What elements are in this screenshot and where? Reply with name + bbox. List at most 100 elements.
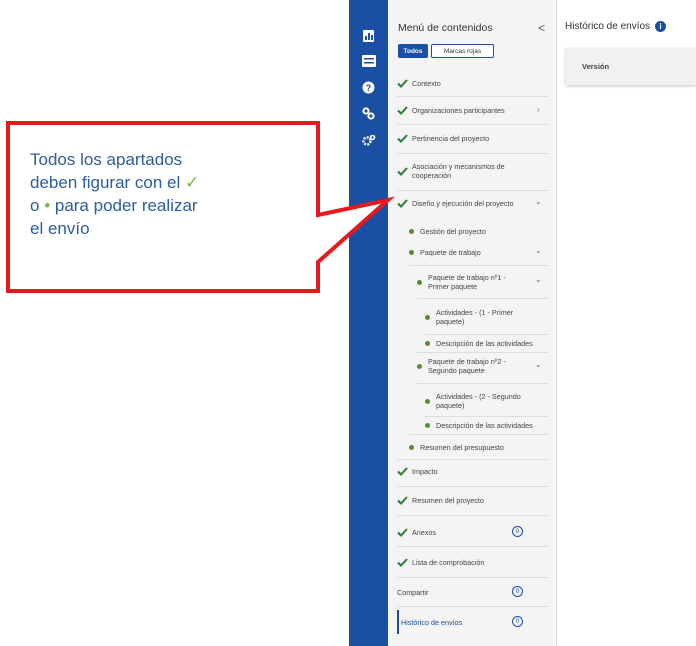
callout-text: Todos los apartados deben figurar con el… xyxy=(30,148,280,240)
callout-line: deben figurar con el ✓ xyxy=(30,171,280,194)
divider xyxy=(397,190,548,191)
dot-icon xyxy=(417,363,422,369)
panel-divider xyxy=(556,0,557,646)
menu-item-pertinencia[interactable]: Pertinencia del proyecto xyxy=(397,131,547,145)
check-icon xyxy=(397,527,408,537)
dot-icon xyxy=(409,444,414,450)
divider xyxy=(417,383,548,384)
divider xyxy=(397,96,548,97)
divider xyxy=(409,265,548,266)
callout-line-text: o xyxy=(30,196,45,215)
settings-icon[interactable] xyxy=(361,133,376,148)
divider xyxy=(397,124,548,125)
callout-line: o • para poder realizar xyxy=(30,194,280,217)
chevron-down-icon[interactable]: ⌄ xyxy=(535,360,542,369)
divider xyxy=(417,298,548,299)
filter-all-button[interactable]: Todos xyxy=(398,44,428,58)
menu-item-label: Diseño y ejecución del proyecto xyxy=(412,198,514,208)
menu-item-label: Descripción de las actividades xyxy=(436,338,533,348)
menu-item-label: Pertinencia del proyecto xyxy=(412,133,490,143)
menu-item-paquete-2[interactable]: Paquete de trabajo nº2 - Segundo paquete xyxy=(417,356,525,376)
menu-item-label: Paquete de trabajo nº1 - Primer paquete xyxy=(428,273,506,291)
divider xyxy=(425,334,548,335)
chevron-down-icon[interactable]: ⌄ xyxy=(535,197,542,206)
callout-line-text: deben figurar con el xyxy=(30,173,185,192)
menu-item-historico[interactable]: Histórico de envíos xyxy=(401,615,551,629)
dot-icon xyxy=(417,279,422,285)
menu-item-label: Actividades - (2 - Segundo paquete) xyxy=(436,392,521,410)
list-icon[interactable] xyxy=(361,53,376,68)
check-icon: ✓ xyxy=(185,173,200,192)
check-icon xyxy=(397,133,408,143)
filter-red-marks-button[interactable]: Marcas rojas xyxy=(431,44,494,58)
divider xyxy=(417,352,548,353)
side-nav-rail: ? xyxy=(349,0,388,646)
menu-item-diseno[interactable]: Diseño y ejecución del proyecto xyxy=(397,196,547,210)
version-column-header: Versión xyxy=(566,48,696,85)
chevron-down-icon[interactable]: ⌄ xyxy=(535,275,542,284)
menu-item-label: Compartir xyxy=(397,587,429,597)
check-icon xyxy=(397,198,408,208)
check-icon xyxy=(397,105,408,115)
chevron-down-icon[interactable]: ⌄ xyxy=(535,246,542,255)
menu-item-asociacion[interactable]: Asociación y mecanismos de cooperación xyxy=(397,160,537,182)
svg-text:?: ? xyxy=(366,83,372,93)
menu-item-compartir[interactable]: Compartir xyxy=(397,585,547,599)
page-title: Histórico de envíos xyxy=(565,21,651,32)
collapse-panel-button[interactable]: < xyxy=(538,21,545,35)
divider xyxy=(397,486,548,487)
active-indicator xyxy=(397,610,399,634)
menu-item-label: Organizaciones participantes xyxy=(412,105,505,115)
divider xyxy=(397,606,548,607)
divider xyxy=(397,153,548,154)
menu-item-anexos[interactable]: Anexos xyxy=(397,525,547,539)
chevron-right-icon[interactable]: › xyxy=(537,105,540,114)
menu-item-resumen-presupuesto[interactable]: Resumen del presupuesto xyxy=(409,441,559,453)
check-icon xyxy=(397,495,408,505)
divider xyxy=(397,515,548,516)
menu-item-descripcion-2[interactable]: Descripción de las actividades xyxy=(425,419,550,431)
callout-line: el envío xyxy=(30,219,90,238)
menu-item-label: Descripción de las actividades xyxy=(436,420,533,430)
info-icon[interactable]: i xyxy=(655,21,666,32)
divider xyxy=(425,416,548,417)
menu-item-organizaciones[interactable]: Organizaciones participantes xyxy=(397,103,547,117)
menu-item-label: Resumen del proyecto xyxy=(412,495,484,505)
dot-icon xyxy=(409,249,414,255)
menu-item-resumen-proyecto[interactable]: Resumen del proyecto xyxy=(397,493,547,507)
menu-item-label: Contexto xyxy=(412,78,441,88)
menu-item-gestion[interactable]: Gestión del proyecto xyxy=(409,225,559,237)
callout-line-text: para poder realizar xyxy=(50,196,198,215)
menu-item-label: Resumen del presupuesto xyxy=(420,442,504,452)
divider xyxy=(397,459,548,460)
divider xyxy=(409,434,548,435)
check-icon xyxy=(397,466,408,476)
help-icon[interactable]: ? xyxy=(361,80,376,95)
menu-item-actividades-2[interactable]: Actividades - (2 - Segundo paquete) xyxy=(425,390,535,412)
menu-item-paquete-1[interactable]: Paquete de trabajo nº1 - Primer paquete xyxy=(417,272,525,292)
panel-title: Menú de contenidos xyxy=(398,22,493,34)
divider xyxy=(397,546,548,547)
check-icon xyxy=(397,557,408,567)
menu-item-label: Lista de comprobación xyxy=(412,557,485,567)
menu-item-label: Histórico de envíos xyxy=(401,617,463,627)
check-icon xyxy=(397,166,408,176)
menu-item-contexto[interactable]: Contexto xyxy=(397,76,547,90)
dot-icon xyxy=(425,314,430,320)
menu-item-impacto[interactable]: Impacto xyxy=(397,464,547,478)
menu-item-actividades-1[interactable]: Actividades - (1 - Primer paquete) xyxy=(425,306,529,328)
dot-icon xyxy=(425,422,430,428)
menu-item-label: Actividades - (1 - Primer paquete) xyxy=(436,308,514,326)
check-icon xyxy=(397,78,408,88)
menu-item-label: Asociación y mecanismos de cooperación xyxy=(412,162,505,180)
dot-icon xyxy=(425,398,430,404)
count-badge: 0 xyxy=(512,526,523,537)
count-badge: 0 xyxy=(512,616,523,627)
dot-icon xyxy=(425,340,430,346)
chart-icon[interactable] xyxy=(361,28,376,43)
menu-item-descripcion-1[interactable]: Descripción de las actividades xyxy=(425,337,550,349)
menu-item-label: Paquete de trabajo nº2 - Segundo paquete xyxy=(428,357,506,375)
link-icon[interactable] xyxy=(361,106,376,121)
menu-item-lista[interactable]: Lista de comprobación xyxy=(397,555,547,569)
callout-line: Todos los apartados xyxy=(30,150,183,169)
